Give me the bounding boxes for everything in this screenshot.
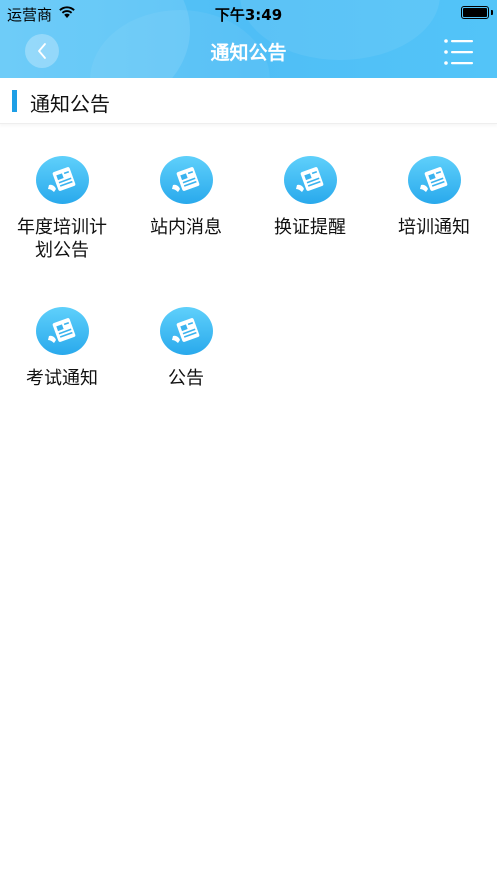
battery-icon	[461, 6, 493, 19]
tile-site-messages[interactable]: 站内消息	[124, 156, 248, 239]
menu-list-icon[interactable]	[443, 36, 475, 68]
tile-training-notice[interactable]: 培训通知	[372, 156, 496, 239]
tile-announcement[interactable]: 公告	[124, 307, 248, 390]
tile-certificate-renewal[interactable]: 换证提醒	[248, 156, 372, 239]
tile-label: 站内消息	[150, 217, 222, 238]
notice-document-icon	[159, 307, 213, 355]
carrier-label: 运营商	[7, 6, 53, 24]
notice-document-icon	[35, 307, 89, 355]
notice-document-icon	[407, 156, 461, 204]
notice-document-icon	[35, 156, 89, 204]
notice-document-icon	[283, 156, 337, 204]
tile-label: 公告	[168, 368, 204, 389]
back-button[interactable]	[25, 34, 59, 68]
header-bar: 运营商 下午3:49 通知公告	[0, 0, 497, 78]
notice-document-icon	[159, 156, 213, 204]
tile-exam-notice[interactable]: 考试通知	[0, 307, 124, 390]
section-header: 通知公告	[0, 78, 497, 124]
tile-label: 换证提醒	[274, 217, 346, 238]
chevron-left-icon	[38, 43, 46, 59]
section-accent-bar	[12, 90, 17, 112]
tile-label: 考试通知	[26, 368, 98, 389]
tile-annual-training-plan[interactable]: 年度培训计划公告	[0, 156, 124, 262]
section-title: 通知公告	[30, 92, 110, 116]
tile-label: 培训通知	[398, 217, 470, 238]
status-bar: 运营商 下午3:49	[0, 0, 497, 26]
tile-label: 年度培训计划公告	[17, 217, 107, 261]
wifi-icon	[59, 6, 75, 18]
